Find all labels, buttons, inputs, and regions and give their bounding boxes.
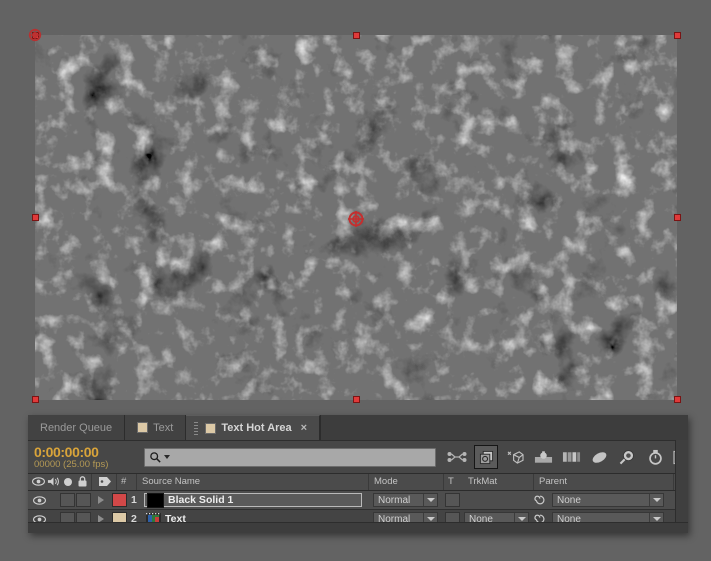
- auto-keyframe-icon[interactable]: [644, 446, 666, 468]
- layer-preserve-transparency-toggle[interactable]: [445, 491, 460, 509]
- composition-mini-flowchart-icon[interactable]: [446, 446, 468, 468]
- search-input[interactable]: [173, 448, 427, 466]
- motion-blur-switch-icon[interactable]: [504, 446, 526, 468]
- pickwhip-icon[interactable]: [534, 494, 546, 506]
- layer-mode-cell[interactable]: Normal: [373, 491, 438, 509]
- search-icon: [150, 451, 161, 463]
- blending-mode-dropdown[interactable]: Normal: [373, 493, 438, 507]
- black-solid-thumbnail: [147, 492, 164, 508]
- composition-color-swatch: [137, 422, 149, 433]
- chevron-down-icon: [427, 498, 435, 502]
- timeline-scrollbar-gutter[interactable]: [675, 440, 688, 533]
- selection-handle-bottom-left[interactable]: [32, 396, 39, 403]
- tab-label: Render Queue: [40, 421, 113, 434]
- audio-icon[interactable]: [47, 476, 60, 490]
- composition-color-swatch: [205, 422, 217, 434]
- timeline-switch-icons: [446, 445, 688, 469]
- chevron-down-icon[interactable]: [164, 455, 170, 459]
- tab-label: Text: [153, 421, 174, 434]
- column-header-index[interactable]: #: [121, 476, 126, 487]
- layer-label-color[interactable]: [112, 491, 127, 509]
- selection-handle-bottom-center[interactable]: [353, 396, 360, 403]
- lock-icon[interactable]: [77, 476, 88, 490]
- tab-text-hot-area[interactable]: Text Hot Area ×: [186, 415, 321, 440]
- chevron-down-icon: [427, 517, 435, 521]
- eye-icon[interactable]: [31, 476, 46, 490]
- tab-render-queue[interactable]: Render Queue: [28, 415, 126, 440]
- timeline-toolbar: 0:00:00:00 00000 (25.00 fps): [28, 441, 688, 474]
- layer-name-field[interactable]: Black Solid 1: [144, 492, 362, 508]
- tab-drag-grip[interactable]: [194, 421, 199, 435]
- layer-expand-triangle[interactable]: [98, 491, 104, 509]
- timeline-column-headers: # Source Name Mode T TrkMat Parent: [28, 474, 688, 491]
- layer-index: 1: [131, 494, 137, 506]
- selection-handle-middle-right[interactable]: [674, 214, 681, 221]
- frame-blending-icon[interactable]: [560, 446, 582, 468]
- selection-handle-middle-left[interactable]: [32, 214, 39, 221]
- anchor-point-icon[interactable]: [348, 211, 364, 227]
- timeline-panel-footer: [28, 522, 688, 533]
- close-icon[interactable]: ×: [301, 422, 307, 434]
- brainstorm-icon[interactable]: [616, 446, 638, 468]
- tab-bar-filler: [320, 415, 688, 440]
- column-header-t[interactable]: T: [448, 476, 454, 487]
- table-row[interactable]: 1 Black Solid 1 Normal None: [28, 491, 688, 510]
- search-field[interactable]: [144, 447, 436, 467]
- tab-label: Text Hot Area: [221, 422, 292, 434]
- column-header-parent[interactable]: Parent: [539, 476, 567, 487]
- chevron-down-icon: [653, 517, 661, 521]
- label-color-swatch[interactable]: [112, 493, 127, 507]
- layer-lock-toggle[interactable]: [76, 491, 91, 509]
- parent-value: None: [557, 494, 581, 506]
- motion-blur-icon[interactable]: [588, 446, 610, 468]
- composition-viewer[interactable]: [0, 0, 711, 408]
- layer-name: Black Solid 1: [168, 494, 234, 506]
- layer-visibility-toggle[interactable]: [30, 491, 48, 509]
- tab-text[interactable]: Text: [125, 415, 187, 440]
- chevron-down-icon: [518, 517, 526, 521]
- selection-handle-top-center[interactable]: [353, 32, 360, 39]
- timeline-tab-bar: Render Queue Text Text Hot Area ×: [28, 415, 688, 441]
- solo-icon[interactable]: [63, 477, 73, 490]
- selection-handle-top-right[interactable]: [674, 32, 681, 39]
- column-header-trkmat[interactable]: TrkMat: [468, 476, 497, 487]
- layer-parent-cell[interactable]: None: [552, 491, 664, 509]
- selection-handle-bottom-right[interactable]: [674, 396, 681, 403]
- layer-source-name-cell[interactable]: Black Solid 1: [144, 491, 362, 509]
- chevron-down-icon: [653, 498, 661, 502]
- blending-mode-value: Normal: [378, 494, 411, 506]
- current-time-display[interactable]: 0:00:00:00 00000 (25.00 fps): [28, 445, 144, 470]
- layer-parent-pickwhip[interactable]: [534, 491, 546, 509]
- draft-3d-icon[interactable]: [474, 445, 498, 469]
- layer-solo-toggle[interactable]: [60, 491, 75, 509]
- hide-shy-layers-icon[interactable]: [532, 446, 554, 468]
- column-header-mode[interactable]: Mode: [374, 476, 398, 487]
- column-header-source-name[interactable]: Source Name: [142, 476, 200, 487]
- anchor-point-corner-icon[interactable]: [28, 28, 42, 42]
- label-tag-icon[interactable]: [98, 476, 112, 490]
- timecode-frames-fps: 00000 (25.00 fps): [34, 458, 109, 470]
- timeline-panel[interactable]: Render Queue Text Text Hot Area × 0:00:0…: [28, 415, 688, 533]
- parent-dropdown[interactable]: None: [552, 493, 664, 507]
- timecode-value[interactable]: 0:00:00:00: [34, 445, 144, 459]
